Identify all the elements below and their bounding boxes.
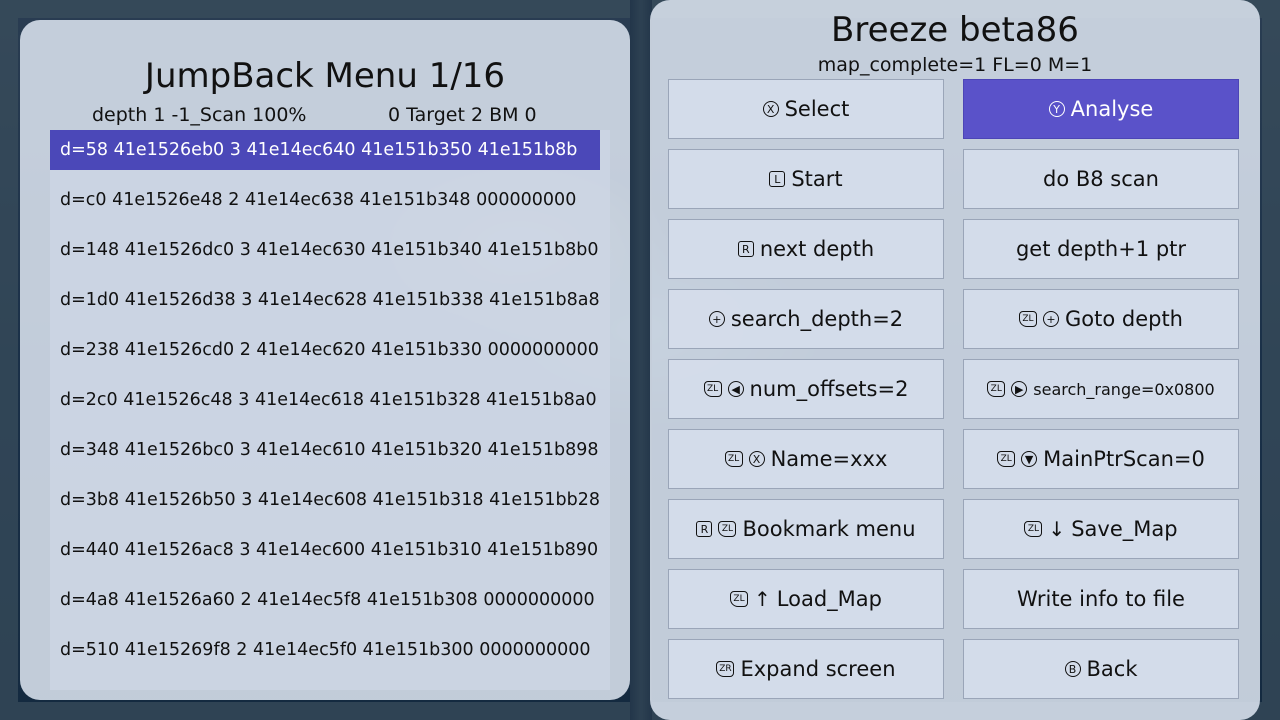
zl-dpad-left-icon: ◀ xyxy=(727,381,744,397)
button-label: search_range=0x0800 xyxy=(1033,379,1215,399)
b-button-icon: B xyxy=(1064,661,1081,677)
l-button-icon: L xyxy=(769,171,786,187)
r-button-icon: R xyxy=(737,241,754,257)
list-item[interactable]: d=c0 41e1526e48 2 41e14ec638 41e151b348 … xyxy=(50,180,610,220)
button-label: Analyse xyxy=(1070,97,1154,121)
btn-save-map[interactable]: ZL ↓ Save_Map xyxy=(963,499,1239,559)
button-label: Goto depth xyxy=(1064,307,1183,331)
target-status: 0 Target 2 BM 0 xyxy=(388,104,537,126)
zl-x-icon: X xyxy=(748,451,765,467)
list-item[interactable]: d=1d0 41e1526d38 3 41e14ec628 41e151b338… xyxy=(50,280,610,320)
button-label: Select xyxy=(784,97,850,121)
x-button-icon: X xyxy=(762,101,779,117)
button-label: Write info to file xyxy=(1017,587,1185,611)
list-item[interactable]: d=148 41e1526dc0 3 41e14ec630 41e151b340… xyxy=(50,230,610,270)
list-item[interactable]: d=2c0 41e1526c48 3 41e14ec618 41e151b328… xyxy=(50,380,610,420)
zl-up-arrow-icon: ZL xyxy=(730,591,749,607)
list-item[interactable]: d=4a8 41e1526a60 2 41e14ec5f8 41e151b308… xyxy=(50,580,610,620)
button-label: Expand screen xyxy=(740,657,896,681)
zl-dpad-left-icon: ZL xyxy=(703,381,722,397)
button-label: num_offsets=2 xyxy=(749,377,909,401)
btn-do-b8-scan[interactable]: do B8 scan xyxy=(963,149,1239,209)
y-button-icon: Y xyxy=(1048,101,1065,117)
jumpback-title: JumpBack Menu 1/16 xyxy=(144,56,506,96)
btn-load-map[interactable]: ZL ↑ Load_Map xyxy=(668,569,944,629)
zr-button-icon: ZR xyxy=(716,661,735,677)
btn-num-offsets-2[interactable]: ZL ◀ num_offsets=2 xyxy=(668,359,944,419)
btn-back[interactable]: B Back xyxy=(963,639,1239,699)
button-label: search_depth=2 xyxy=(730,307,904,331)
button-label: get depth+1 ptr xyxy=(1015,237,1187,261)
button-label: Start xyxy=(791,167,843,191)
r-zl-icon: R xyxy=(696,521,713,537)
list-item[interactable]: d=238 41e1526cd0 2 41e14ec620 41e151b330… xyxy=(50,330,610,370)
btn-goto-depth[interactable]: ZL + Goto depth xyxy=(963,289,1239,349)
btn-analyse[interactable]: Y Analyse xyxy=(963,79,1239,139)
zl-x-icon: ZL xyxy=(724,451,743,467)
button-label: Bookmark menu xyxy=(742,517,916,541)
btn-name-xxx[interactable]: ZL X Name=xxx xyxy=(668,429,944,489)
zl-dpad-down-icon: ZL xyxy=(997,451,1016,467)
breeze-panel: Breeze beta86 map_complete=1 FL=0 M=1 XS… xyxy=(650,0,1260,720)
map-status: map_complete=1 FL=0 M=1 xyxy=(817,54,1093,76)
list-item[interactable]: d=440 41e1526ac8 3 41e14ec600 41e151b310… xyxy=(50,530,610,570)
r-zl-icon: ZL xyxy=(718,521,737,537)
map-ridge-decoration xyxy=(630,0,652,720)
list-item[interactable]: d=510 41e15269f8 2 41e14ec5f0 41e151b300… xyxy=(50,630,610,670)
list-item[interactable]: d=348 41e1526bc0 3 41e14ec610 41e151b320… xyxy=(50,430,610,470)
button-label: Save_Map xyxy=(1071,517,1178,541)
btn-write-info-to-file[interactable]: Write info to file xyxy=(963,569,1239,629)
scan-status: depth 1 -1_Scan 100% xyxy=(92,104,307,126)
button-label: Back xyxy=(1086,657,1138,681)
plus-button-icon: + xyxy=(708,311,725,327)
button-label: do B8 scan xyxy=(1043,167,1159,191)
btn-search-range-0x0800[interactable]: ZL ▶ search_range=0x0800 xyxy=(963,359,1239,419)
list-item[interactable]: d=3b8 41e1526b50 3 41e14ec608 41e151b318… xyxy=(50,480,610,520)
button-label: MainPtrScan=0 xyxy=(1043,447,1205,471)
zl-down-arrow-icon: ZL xyxy=(1024,521,1043,537)
btn-bookmark-menu[interactable]: R ZL Bookmark menu xyxy=(668,499,944,559)
zl-dpad-down-icon: ▼ xyxy=(1021,451,1038,467)
zl-plus-icon: ZL xyxy=(1018,311,1037,327)
zl-dpad-right-icon: ZL xyxy=(987,381,1006,397)
jumpback-panel: JumpBack Menu 1/16 depth 1 -1_Scan 100% … xyxy=(20,20,630,700)
zl-down-arrow-icon: ↓ xyxy=(1048,517,1066,541)
btn-start[interactable]: L Start xyxy=(668,149,944,209)
button-label: next depth xyxy=(759,237,875,261)
btn-get-depth-1-ptr[interactable]: get depth+1 ptr xyxy=(963,219,1239,279)
btn-next-depth[interactable]: Rnext depth xyxy=(668,219,944,279)
zl-plus-icon: + xyxy=(1042,311,1059,327)
btn-expand-screen[interactable]: ZR Expand screen xyxy=(668,639,944,699)
btn-mainptrscan-0[interactable]: ZL ▼ MainPtrScan=0 xyxy=(963,429,1239,489)
btn-search-depth-2[interactable]: + search_depth=2 xyxy=(668,289,944,349)
list-item[interactable]: d=58 41e1526eb0 3 41e14ec640 41e151b350 … xyxy=(50,130,600,170)
btn-select[interactable]: X Select xyxy=(668,79,944,139)
zl-up-arrow-icon: ↑ xyxy=(754,587,771,611)
button-label: Name=xxx xyxy=(770,447,888,471)
breeze-title: Breeze beta86 xyxy=(831,10,1079,50)
button-label: Load_Map xyxy=(776,587,882,611)
zl-dpad-right-icon: ▶ xyxy=(1011,381,1028,397)
pointer-list[interactable]: d=58 41e1526eb0 3 41e14ec640 41e151b350 … xyxy=(50,130,610,690)
